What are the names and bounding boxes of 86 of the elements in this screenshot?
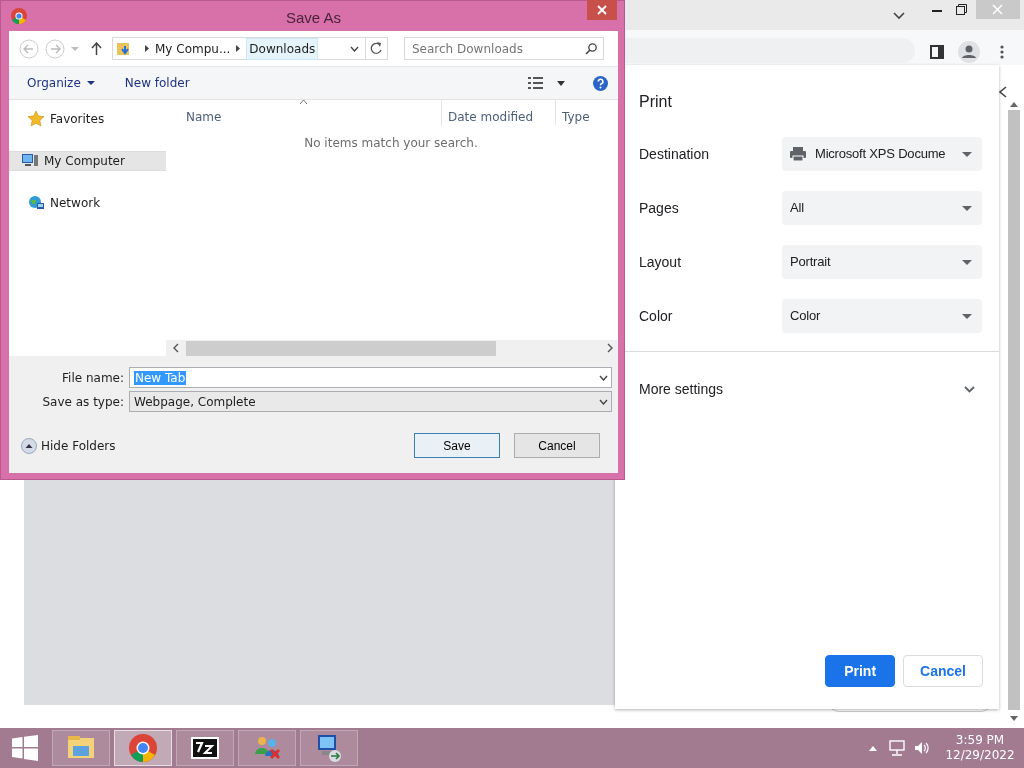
nav-label: My Computer (44, 153, 125, 170)
nav-label: Favorites (50, 111, 105, 128)
field-label: Save as type: (41, 393, 125, 411)
save-button[interactable]: Save (414, 433, 500, 458)
nav-item[interactable]: My Computer (9, 151, 167, 171)
field-label: File name: (61, 369, 125, 387)
up-arrow-icon[interactable] (91, 42, 102, 55)
nav-item[interactable]: Favorites (9, 109, 166, 129)
column-label: Name (186, 109, 223, 126)
field-value: Webpage, Complete (134, 394, 256, 409)
chrome-icon (127, 732, 159, 764)
column-header[interactable]: Type (555, 100, 615, 126)
search-field[interactable]: Search Downloads (404, 37, 604, 60)
scroll-up-icon[interactable] (1010, 102, 1018, 107)
chevron-right-icon (145, 45, 149, 52)
setting-label: Layout (639, 252, 683, 272)
column-label: Type (562, 109, 591, 126)
print-title: Print (638, 92, 673, 112)
more-settings-label: More settings (639, 379, 724, 399)
setting-select[interactable]: All (782, 191, 982, 225)
help-icon[interactable] (593, 75, 608, 91)
printer-icon (790, 147, 806, 161)
new-folder-button[interactable]: New folder (124, 74, 190, 92)
caret-icon (962, 313, 972, 319)
restore-icon[interactable] (956, 4, 967, 15)
caret-icon[interactable] (557, 80, 565, 86)
setting-select[interactable]: Color (782, 299, 982, 333)
setting-label: Color (639, 306, 674, 326)
select-value: Microsoft XPS Docume (815, 145, 946, 164)
setting-label: Pages (639, 198, 680, 218)
caret-icon (86, 81, 95, 85)
chevron-right-icon (236, 45, 241, 52)
scroll-thumb[interactable] (186, 340, 496, 356)
empty-message: No items match your search. (303, 135, 479, 152)
breadcrumb-item[interactable]: Downloads (246, 37, 319, 60)
horizontal-scrollbar[interactable] (166, 340, 618, 356)
chevron-down-icon[interactable] (893, 12, 905, 20)
select-value: All (790, 199, 804, 218)
chrome-icon (11, 8, 27, 24)
search-icon[interactable] (585, 43, 597, 55)
tray-arrow-icon[interactable] (869, 745, 877, 751)
dialog-title: Save As (284, 8, 342, 28)
cancel-button[interactable]: Cancel (514, 433, 600, 458)
clock-date: 12/29/2022 (945, 748, 1015, 763)
network-icon (28, 195, 44, 211)
caret-icon[interactable] (350, 45, 359, 52)
cancel-button[interactable]: Cancel (903, 655, 983, 687)
clock[interactable]: 3:59 PM 12/29/2022 (944, 733, 1016, 763)
caret-icon (962, 205, 972, 211)
setting-label: Destination (639, 144, 711, 164)
side-panel-icon[interactable] (930, 45, 944, 59)
column-label: Date modified (448, 109, 535, 126)
caret-icon[interactable] (599, 398, 608, 405)
breadcrumb-item[interactable]: My Compu... (155, 39, 231, 58)
nav-label: Network (50, 195, 101, 212)
scrollbar[interactable] (1008, 110, 1020, 710)
field-value: New Tab (134, 370, 187, 385)
caret-icon[interactable] (599, 374, 608, 381)
nav-item[interactable]: Network (9, 193, 166, 213)
organize-menu[interactable]: Organize (27, 74, 95, 92)
view-icon[interactable] (528, 77, 543, 89)
more-settings-toggle[interactable]: More settings (639, 379, 975, 399)
select-value: Portrait (790, 253, 831, 272)
volume-icon[interactable] (914, 741, 930, 755)
chevron-down-icon[interactable] (964, 385, 975, 393)
clock-time: 3:59 PM (955, 733, 1005, 748)
caret-icon (962, 259, 972, 265)
hide-folders-button[interactable]: Hide Folders (21, 436, 116, 455)
column-header[interactable]: Date modified (441, 100, 555, 126)
menu-icon[interactable] (1000, 45, 1004, 59)
file-type-select[interactable]: Webpage, Complete (129, 391, 612, 412)
column-header[interactable]: Name (166, 100, 441, 126)
star-icon (28, 111, 44, 127)
setting-select[interactable]: Portrait (782, 245, 982, 279)
setting-select[interactable]: Microsoft XPS Docume (782, 137, 982, 171)
collapse-icon (21, 437, 37, 454)
select-value: Color (790, 307, 821, 326)
avatar-icon[interactable] (958, 41, 980, 63)
network-icon[interactable] (889, 740, 905, 756)
caret-icon (962, 151, 972, 157)
address-field[interactable]: My Compu... Downloads (112, 37, 388, 60)
start-icon[interactable] (12, 735, 38, 761)
taskbar-button[interactable] (176, 730, 234, 766)
print-button[interactable]: Print (825, 655, 896, 687)
scroll-down-icon[interactable] (1010, 716, 1018, 721)
computer-icon (22, 153, 38, 169)
